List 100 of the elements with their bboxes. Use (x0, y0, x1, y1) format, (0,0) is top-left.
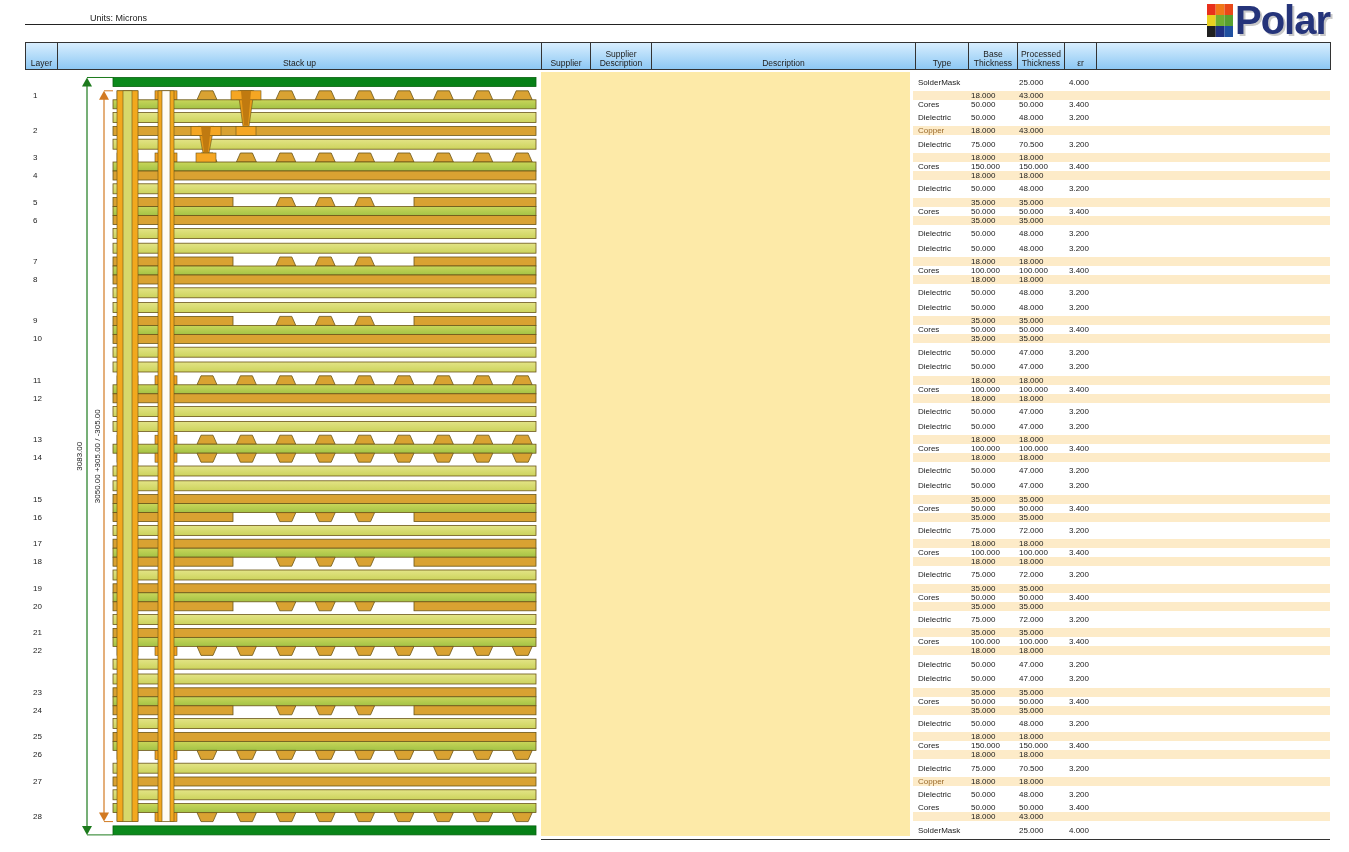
table-cell-text: 100.000 (970, 444, 1001, 454)
table-cell-text: 3.200 (1068, 347, 1091, 357)
table-cell-text: 100.000 (1018, 444, 1049, 454)
table-cell-text: 50.000 (970, 347, 997, 357)
table-cell-text: Dielectric (917, 288, 952, 298)
layer-number: 27 (33, 776, 42, 786)
table-cell-text: 35.000 (1018, 215, 1045, 225)
table-cell-text: 3.400 (1068, 162, 1091, 171)
table-cell-text: 50.000 (1018, 206, 1045, 216)
table-cell-text: 18.000 (970, 557, 997, 567)
table-cell-text: 48.000 (1018, 790, 1045, 800)
table-cell-text: 43.000 (1018, 812, 1045, 822)
table-cell-text: 18.000 (970, 776, 997, 786)
table-cell-text: Cores (917, 325, 941, 335)
layer-number: 20 (33, 601, 42, 611)
table-cell-text: 50.000 (970, 674, 997, 684)
table-cell-text: Cores (917, 99, 941, 109)
layer-number: 22 (33, 646, 42, 656)
table-cell-text: 18.000 (1018, 557, 1045, 567)
table-cell-text: 50.000 (1018, 592, 1045, 602)
layer-number: 16 (33, 512, 42, 522)
table-cell-text: 3.200 (1068, 303, 1091, 313)
table-cell-text: 50.000 (970, 696, 997, 706)
table-cell-text: Dielectric (917, 615, 952, 624)
table-cell-text: Dielectric (917, 303, 952, 313)
table-cell-text: 3.200 (1068, 466, 1091, 476)
table-cell-text: 3.200 (1068, 184, 1091, 194)
table-cell-text: 3.200 (1068, 674, 1091, 684)
table-cell-text: 18.000 (1018, 171, 1045, 180)
table-cell-text: 18.000 (1018, 453, 1045, 463)
layer-number: 15 (33, 494, 42, 504)
table-cell-text: 3.400 (1068, 384, 1091, 394)
table-cell-text: Cores (917, 265, 941, 275)
table-cell-text: 72.000 (1018, 570, 1045, 580)
table-cell-text: 18.000 (970, 812, 997, 822)
layer-number: 26 (33, 750, 42, 760)
table-cell-text: Dielectric (917, 421, 952, 431)
table-cell-text: Dielectric (917, 113, 952, 123)
table-cell-text: 150.000 (1018, 162, 1049, 171)
table-cell-text: 35.000 (1018, 583, 1045, 593)
table-cell-text: Cores (917, 503, 941, 513)
table-cell-text: Cores (917, 592, 941, 602)
table-cell-text: 100.000 (1018, 637, 1049, 647)
table-cell-text: 18.000 (1018, 256, 1045, 266)
table-cell-text: Cores (917, 162, 941, 171)
table-cell-text: Dielectric (917, 659, 952, 669)
table-cell-text: 48.000 (1018, 288, 1045, 298)
table-cell-text: 35.000 (970, 512, 997, 522)
table-cell-text: 50.000 (1018, 325, 1045, 335)
table-cell-text: Copper (917, 776, 946, 786)
table-cell-text: 50.000 (970, 790, 997, 800)
table-cell-text: 48.000 (1018, 113, 1045, 123)
table-cell-text: Dielectric (917, 674, 952, 684)
table-cell-text: 43.000 (1018, 90, 1045, 100)
table-cell-text: 50.000 (970, 325, 997, 335)
table-cell-text: 25.000 (1018, 77, 1045, 87)
table-cell-text: 18.000 (1018, 153, 1045, 162)
column-header: Processed Thickness (1018, 42, 1065, 70)
table-cell-text: 35.000 (970, 687, 997, 697)
table-cell-text: 72.000 (1018, 525, 1045, 535)
column-header: Base Thickness (969, 42, 1018, 70)
table-cell-text: 18.000 (970, 153, 997, 162)
layer-number: 6 (33, 215, 38, 225)
table-cell-text: 3.200 (1068, 139, 1091, 149)
layer-number: 18 (33, 557, 42, 567)
table-cell-text: Cores (917, 548, 941, 558)
table-cell-text: 47.000 (1018, 421, 1045, 431)
table-cell-text: 3.400 (1068, 592, 1091, 602)
table-cell-text: 50.000 (970, 99, 997, 109)
table-cell-text: Dielectric (917, 184, 952, 194)
layer-number: 2 (33, 126, 38, 136)
table-cell-text: 18.000 (970, 393, 997, 403)
table-cell-text: 50.000 (1018, 803, 1045, 813)
table-cell-text: 47.000 (1018, 362, 1045, 372)
table-cell-text: Dielectric (917, 481, 952, 491)
table-cell-text: 35.000 (1018, 334, 1045, 344)
table-cell-text: 3.200 (1068, 763, 1091, 773)
table-cell-text: 100.000 (1018, 384, 1049, 394)
table-cell-text: 3.200 (1068, 481, 1091, 491)
table-cell-text: Cores (917, 803, 941, 813)
table-cell-text: 100.000 (970, 265, 1001, 275)
table-cell-text: 100.000 (1018, 548, 1049, 558)
layer-number: 10 (33, 334, 42, 344)
table-cell-text: Dielectric (917, 347, 952, 357)
table-cell-text: 75.000 (970, 763, 997, 773)
column-header: Stack up (58, 42, 542, 70)
table-cell-text: SolderMask (917, 77, 962, 87)
table-cell-text: 3.200 (1068, 421, 1091, 431)
table-cell-text: 35.000 (1018, 628, 1045, 638)
table-cell-text: 3.200 (1068, 243, 1091, 253)
table-cell-text: 75.000 (970, 139, 997, 149)
table-cell-text: 3.200 (1068, 407, 1091, 417)
table-cell-text: 50.000 (970, 113, 997, 123)
table-cell-text: Cores (917, 444, 941, 454)
table-cell-text: 35.000 (970, 583, 997, 593)
table-cell-text: 18.000 (1018, 732, 1045, 742)
table-cell-text: Dielectric (917, 243, 952, 253)
table-cell-text: 50.000 (970, 592, 997, 602)
table-cell-text: 3.400 (1068, 548, 1091, 558)
table-cell-text: 18.000 (970, 646, 997, 656)
